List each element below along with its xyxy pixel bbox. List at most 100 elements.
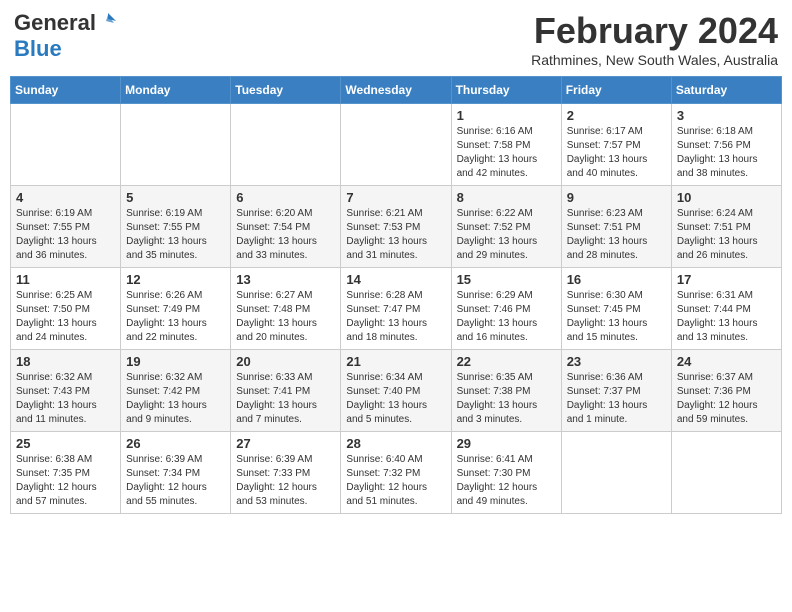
day-header-monday: Monday [121,77,231,104]
day-number: 4 [16,190,115,205]
calendar-cell [671,432,781,514]
day-info: Sunrise: 6:40 AMSunset: 7:32 PMDaylight:… [346,453,445,509]
calendar-cell: 5Sunrise: 6:19 AMSunset: 7:55 PMDaylight… [121,186,231,268]
day-info: Sunrise: 6:39 AMSunset: 7:33 PMDaylight:… [236,453,335,509]
day-info: Sunrise: 6:32 AMSunset: 7:42 PMDaylight:… [126,371,225,427]
day-info: Sunrise: 6:17 AMSunset: 7:57 PMDaylight:… [567,125,666,181]
calendar-cell: 18 Sunrise: 6:32 AMSunset: 7:43 PMDayligh… [11,350,121,432]
calendar-table: SundayMondayTuesdayWednesdayThursdayFrid… [10,76,782,514]
day-info: Sunrise: 6:31 AMSunset: 7:44 PMDaylight:… [677,289,776,345]
day-number: 3 [677,108,776,123]
calendar-cell: 14 Sunrise: 6:28 AMSunset: 7:47 PMDayligh… [341,268,451,350]
day-number: 12 [126,272,225,287]
day-header-saturday: Saturday [671,77,781,104]
day-number: 7 [346,190,445,205]
logo-bird-icon [98,11,118,31]
calendar-cell: 23 Sunrise: 6:36 AMSunset: 7:37 PMDayligh… [561,350,671,432]
calendar-cell: 2 Sunrise: 6:17 AMSunset: 7:57 PMDaylight… [561,104,671,186]
day-header-tuesday: Tuesday [231,77,341,104]
logo-general-text: General [14,10,96,36]
calendar-cell: 7 Sunrise: 6:21 AMSunset: 7:53 PMDaylight… [341,186,451,268]
day-info: Sunrise: 6:28 AMSunset: 7:47 PMDaylight:… [346,289,445,345]
logo-blue-text: Blue [14,36,62,61]
calendar-cell [341,104,451,186]
calendar-cell: 25Sunrise: 6:38 AMSunset: 7:35 PMDayligh… [11,432,121,514]
calendar-cell: 11 Sunrise: 6:25 AMSunset: 7:50 PMDayligh… [11,268,121,350]
day-number: 6 [236,190,335,205]
day-number: 9 [567,190,666,205]
day-header-wednesday: Wednesday [341,77,451,104]
day-number: 28 [346,436,445,451]
day-number: 26 [126,436,225,451]
day-info: Sunrise: 6:19 AMSunset: 7:55 PMDaylight:… [16,207,115,263]
calendar-week-row: 18 Sunrise: 6:32 AMSunset: 7:43 PMDayligh… [11,350,782,432]
day-number: 15 [457,272,556,287]
calendar-cell: 28 Sunrise: 6:40 AMSunset: 7:32 PMDayligh… [341,432,451,514]
day-info: Sunrise: 6:23 AMSunset: 7:51 PMDaylight:… [567,207,666,263]
day-info: Sunrise: 6:16 AMSunset: 7:58 PMDaylight:… [457,125,556,181]
calendar-cell: 12Sunrise: 6:26 AMSunset: 7:49 PMDayligh… [121,268,231,350]
day-info: Sunrise: 6:20 AMSunset: 7:54 PMDaylight:… [236,207,335,263]
page-header: General Blue February 2024 Rathmines, Ne… [10,10,782,68]
day-info: Sunrise: 6:30 AMSunset: 7:45 PMDaylight:… [567,289,666,345]
calendar-cell: 8 Sunrise: 6:22 AMSunset: 7:52 PMDaylight… [451,186,561,268]
day-number: 23 [567,354,666,369]
day-number: 22 [457,354,556,369]
day-header-thursday: Thursday [451,77,561,104]
day-number: 18 [16,354,115,369]
calendar-week-row: 11 Sunrise: 6:25 AMSunset: 7:50 PMDayligh… [11,268,782,350]
day-info: Sunrise: 6:36 AMSunset: 7:37 PMDaylight:… [567,371,666,427]
calendar-cell: 20 Sunrise: 6:33 AMSunset: 7:41 PMDayligh… [231,350,341,432]
day-info: Sunrise: 6:18 AMSunset: 7:56 PMDaylight:… [677,125,776,181]
day-info: Sunrise: 6:29 AMSunset: 7:46 PMDaylight:… [457,289,556,345]
calendar-cell: 16 Sunrise: 6:30 AMSunset: 7:45 PMDayligh… [561,268,671,350]
calendar-cell: 21 Sunrise: 6:34 AMSunset: 7:40 PMDayligh… [341,350,451,432]
day-info: Sunrise: 6:32 AMSunset: 7:43 PMDaylight:… [16,371,115,427]
day-number: 25 [16,436,115,451]
day-number: 29 [457,436,556,451]
day-info: Sunrise: 6:21 AMSunset: 7:53 PMDaylight:… [346,207,445,263]
title-section: February 2024 Rathmines, New South Wales… [531,10,778,68]
day-number: 5 [126,190,225,205]
calendar-cell: 27 Sunrise: 6:39 AMSunset: 7:33 PMDayligh… [231,432,341,514]
day-number: 2 [567,108,666,123]
calendar-cell: 17 Sunrise: 6:31 AMSunset: 7:44 PMDayligh… [671,268,781,350]
calendar-cell: 10Sunrise: 6:24 AMSunset: 7:51 PMDayligh… [671,186,781,268]
calendar-cell: 6 Sunrise: 6:20 AMSunset: 7:54 PMDaylight… [231,186,341,268]
calendar-cell: 24Sunrise: 6:37 AMSunset: 7:36 PMDayligh… [671,350,781,432]
calendar-cell: 29 Sunrise: 6:41 AMSunset: 7:30 PMDayligh… [451,432,561,514]
calendar-cell: 1Sunrise: 6:16 AMSunset: 7:58 PMDaylight… [451,104,561,186]
day-info: Sunrise: 6:39 AMSunset: 7:34 PMDaylight:… [126,453,225,509]
day-number: 10 [677,190,776,205]
day-number: 20 [236,354,335,369]
day-number: 17 [677,272,776,287]
day-header-friday: Friday [561,77,671,104]
day-info: Sunrise: 6:41 AMSunset: 7:30 PMDaylight:… [457,453,556,509]
calendar-cell: 26 Sunrise: 6:39 AMSunset: 7:34 PMDayligh… [121,432,231,514]
month-year-title: February 2024 [531,10,778,52]
calendar-header-row: SundayMondayTuesdayWednesdayThursdayFrid… [11,77,782,104]
day-number: 14 [346,272,445,287]
calendar-cell [231,104,341,186]
day-number: 11 [16,272,115,287]
day-number: 21 [346,354,445,369]
day-number: 13 [236,272,335,287]
day-number: 16 [567,272,666,287]
calendar-cell: 15 Sunrise: 6:29 AMSunset: 7:46 PMDayligh… [451,268,561,350]
logo: General Blue [14,10,118,62]
day-info: Sunrise: 6:37 AMSunset: 7:36 PMDaylight:… [677,371,776,427]
calendar-cell: 3 Sunrise: 6:18 AMSunset: 7:56 PMDaylight… [671,104,781,186]
day-info: Sunrise: 6:27 AMSunset: 7:48 PMDaylight:… [236,289,335,345]
day-number: 27 [236,436,335,451]
day-info: Sunrise: 6:34 AMSunset: 7:40 PMDaylight:… [346,371,445,427]
day-info: Sunrise: 6:33 AMSunset: 7:41 PMDaylight:… [236,371,335,427]
day-info: Sunrise: 6:25 AMSunset: 7:50 PMDaylight:… [16,289,115,345]
calendar-week-row: 4 Sunrise: 6:19 AMSunset: 7:55 PMDaylight… [11,186,782,268]
day-info: Sunrise: 6:35 AMSunset: 7:38 PMDaylight:… [457,371,556,427]
day-info: Sunrise: 6:22 AMSunset: 7:52 PMDaylight:… [457,207,556,263]
location-subtitle: Rathmines, New South Wales, Australia [531,52,778,68]
day-number: 8 [457,190,556,205]
calendar-cell [121,104,231,186]
day-number: 19 [126,354,225,369]
calendar-cell [561,432,671,514]
